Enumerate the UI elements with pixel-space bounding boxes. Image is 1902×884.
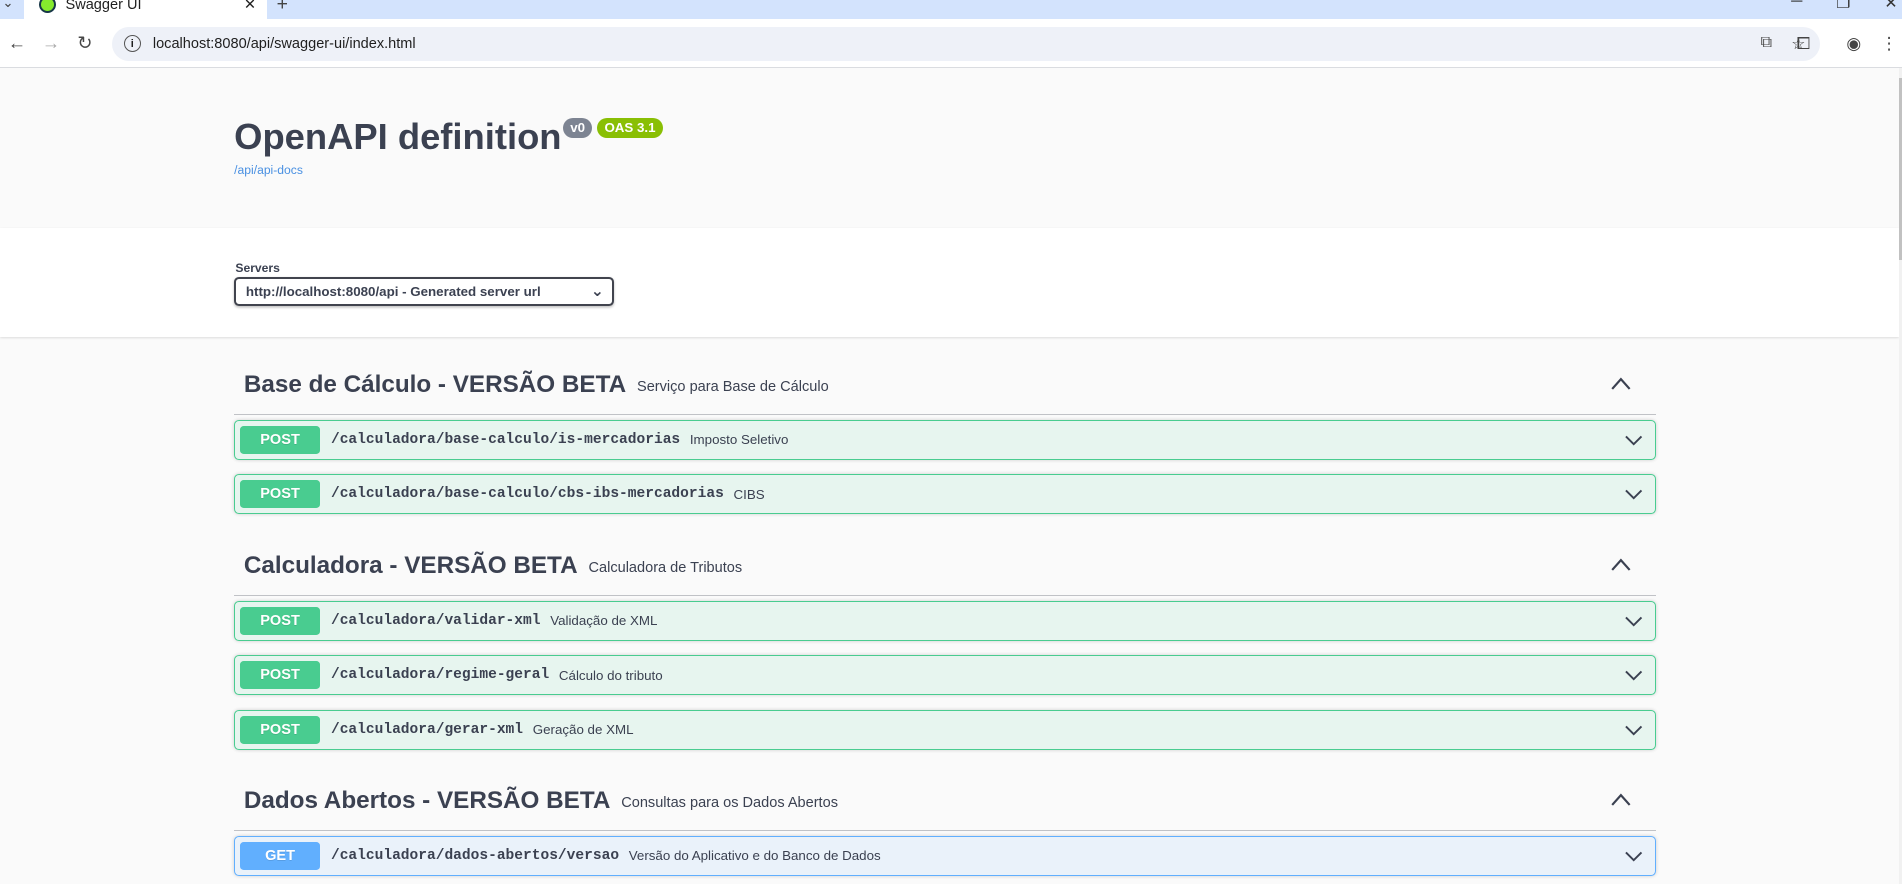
translate-icon[interactable]: ⧉ bbox=[1761, 34, 1772, 54]
servers-container: Servers http://localhost:8080/api - Gene… bbox=[0, 228, 1899, 338]
operation-path: /calculadora/regime-geral bbox=[330, 667, 550, 684]
chevron-down-icon[interactable] bbox=[1624, 433, 1643, 448]
tab-search-icon[interactable]: ⌄ bbox=[2, 0, 13, 11]
address-bar[interactable]: i localhost:8080/api/swagger-ui/index.ht… bbox=[111, 26, 1820, 61]
tag-name: Calculadora - VERSÃO BETA bbox=[243, 552, 578, 580]
swagger-page: OpenAPI definition v0 OAS 3.1 /api/api-d… bbox=[0, 67, 1899, 884]
method-badge: POST bbox=[240, 661, 321, 690]
tag-section-calculadora: Calculadora - VERSÃO BETA Calculadora de… bbox=[234, 537, 1657, 750]
chevron-up-icon[interactable] bbox=[1610, 556, 1632, 573]
browser-toolbar: ← → ↻ i localhost:8080/api/swagger-ui/in… bbox=[0, 19, 1902, 68]
operation-row[interactable]: POST /calculadora/regime-geral Cálculo d… bbox=[234, 655, 1657, 696]
chevron-down-icon[interactable] bbox=[1624, 849, 1643, 864]
operation-path: /calculadora/dados-abertos/versao bbox=[330, 847, 620, 864]
operation-row[interactable]: POST /calculadora/gerar-xml Geração de X… bbox=[234, 709, 1657, 750]
method-badge: POST bbox=[240, 606, 321, 635]
chevron-up-icon[interactable] bbox=[1610, 791, 1632, 808]
url-text[interactable]: localhost:8080/api/swagger-ui/index.html bbox=[153, 36, 1761, 52]
chevron-down-icon[interactable] bbox=[1624, 723, 1643, 738]
operation-row[interactable]: POST /calculadora/validar-xml Validação … bbox=[234, 600, 1657, 641]
tag-section-dados-abertos: Dados Abertos - VERSÃO BETA Consultas pa… bbox=[234, 773, 1657, 876]
browser-tab-strip: ⌄ Swagger UI ✕ + ─ ❐ ✕ bbox=[0, 0, 1902, 20]
operation-summary: Cálculo do tributo bbox=[558, 667, 663, 683]
operation-path: /calculadora/validar-xml bbox=[330, 612, 541, 629]
site-info-icon[interactable]: i bbox=[123, 35, 141, 53]
minimize-icon[interactable]: ─ bbox=[1791, 0, 1802, 13]
close-tab-icon[interactable]: ✕ bbox=[240, 0, 259, 13]
page-title: OpenAPI definition bbox=[234, 116, 562, 158]
operation-path: /calculadora/gerar-xml bbox=[330, 721, 524, 738]
operation-summary: Imposto Seletivo bbox=[689, 432, 789, 448]
tag-name: Base de Cálculo - VERSÃO BETA bbox=[243, 371, 627, 399]
chevron-down-icon[interactable] bbox=[1624, 614, 1643, 629]
menu-kebab-icon[interactable]: ⋮ bbox=[1881, 34, 1898, 54]
tag-description: Serviço para Base de Cálculo bbox=[637, 379, 829, 396]
method-badge: GET bbox=[240, 842, 321, 870]
chevron-down-icon: ⌄ bbox=[590, 283, 604, 301]
servers-select[interactable]: http://localhost:8080/api - Generated se… bbox=[234, 276, 614, 306]
operation-row[interactable]: GET /calculadora/dados-abertos/versao Ve… bbox=[234, 835, 1657, 876]
operation-row[interactable]: POST /calculadora/base-calculo/cbs-ibs-m… bbox=[234, 474, 1657, 515]
forward-arrow-icon[interactable]: → bbox=[34, 26, 68, 60]
version-badge: v0 bbox=[562, 117, 593, 138]
servers-label: Servers bbox=[235, 260, 280, 275]
back-arrow-icon[interactable]: ← bbox=[0, 26, 34, 60]
method-badge: POST bbox=[240, 480, 321, 509]
api-docs-link[interactable]: /api/api-docs bbox=[234, 163, 303, 177]
tag-header[interactable]: Dados Abertos - VERSÃO BETA Consultas pa… bbox=[234, 773, 1657, 832]
operation-path: /calculadora/base-calculo/is-mercadorias bbox=[330, 431, 681, 448]
servers-selected-value: http://localhost:8080/api - Generated se… bbox=[245, 283, 541, 299]
extensions-icon[interactable]: ⧠ bbox=[1797, 34, 1811, 54]
api-info: OpenAPI definition v0 OAS 3.1 /api/api-d… bbox=[0, 68, 1899, 228]
reload-icon[interactable]: ↻ bbox=[68, 26, 102, 60]
chevron-down-icon[interactable] bbox=[1624, 668, 1643, 683]
operation-summary: Geração de XML bbox=[532, 722, 634, 738]
operation-path: /calculadora/base-calculo/cbs-ibs-mercad… bbox=[330, 486, 724, 503]
profile-icon[interactable]: ◉ bbox=[1846, 34, 1861, 54]
method-badge: POST bbox=[240, 715, 321, 744]
operation-row[interactable]: POST /calculadora/base-calculo/is-mercad… bbox=[234, 419, 1657, 460]
method-badge: POST bbox=[240, 425, 321, 454]
browser-tab[interactable]: Swagger UI ✕ bbox=[24, 0, 267, 20]
operation-summary: Versão do Aplicativo e do Banco de Dados bbox=[628, 848, 881, 864]
tag-header[interactable]: Base de Cálculo - VERSÃO BETA Serviço pa… bbox=[234, 357, 1657, 415]
tag-description: Consultas para os Dados Abertos bbox=[621, 795, 838, 812]
new-tab-icon[interactable]: + bbox=[277, 0, 288, 16]
chevron-up-icon[interactable] bbox=[1610, 375, 1632, 392]
close-window-icon[interactable]: ✕ bbox=[1884, 0, 1897, 13]
oas-badge: OAS 3.1 bbox=[597, 117, 663, 138]
tag-section-base-calculo: Base de Cálculo - VERSÃO BETA Serviço pa… bbox=[234, 357, 1657, 515]
chevron-down-icon[interactable] bbox=[1624, 487, 1643, 502]
tab-title: Swagger UI bbox=[65, 0, 142, 13]
operation-summary: CIBS bbox=[733, 486, 765, 502]
operation-summary: Validação de XML bbox=[550, 613, 658, 629]
restore-icon[interactable]: ❐ bbox=[1836, 0, 1850, 13]
tag-header[interactable]: Calculadora - VERSÃO BETA Calculadora de… bbox=[234, 537, 1657, 596]
tag-description: Calculadora de Tributos bbox=[588, 559, 743, 576]
swagger-favicon-icon bbox=[38, 0, 56, 14]
tag-name: Dados Abertos - VERSÃO BETA bbox=[243, 787, 611, 815]
